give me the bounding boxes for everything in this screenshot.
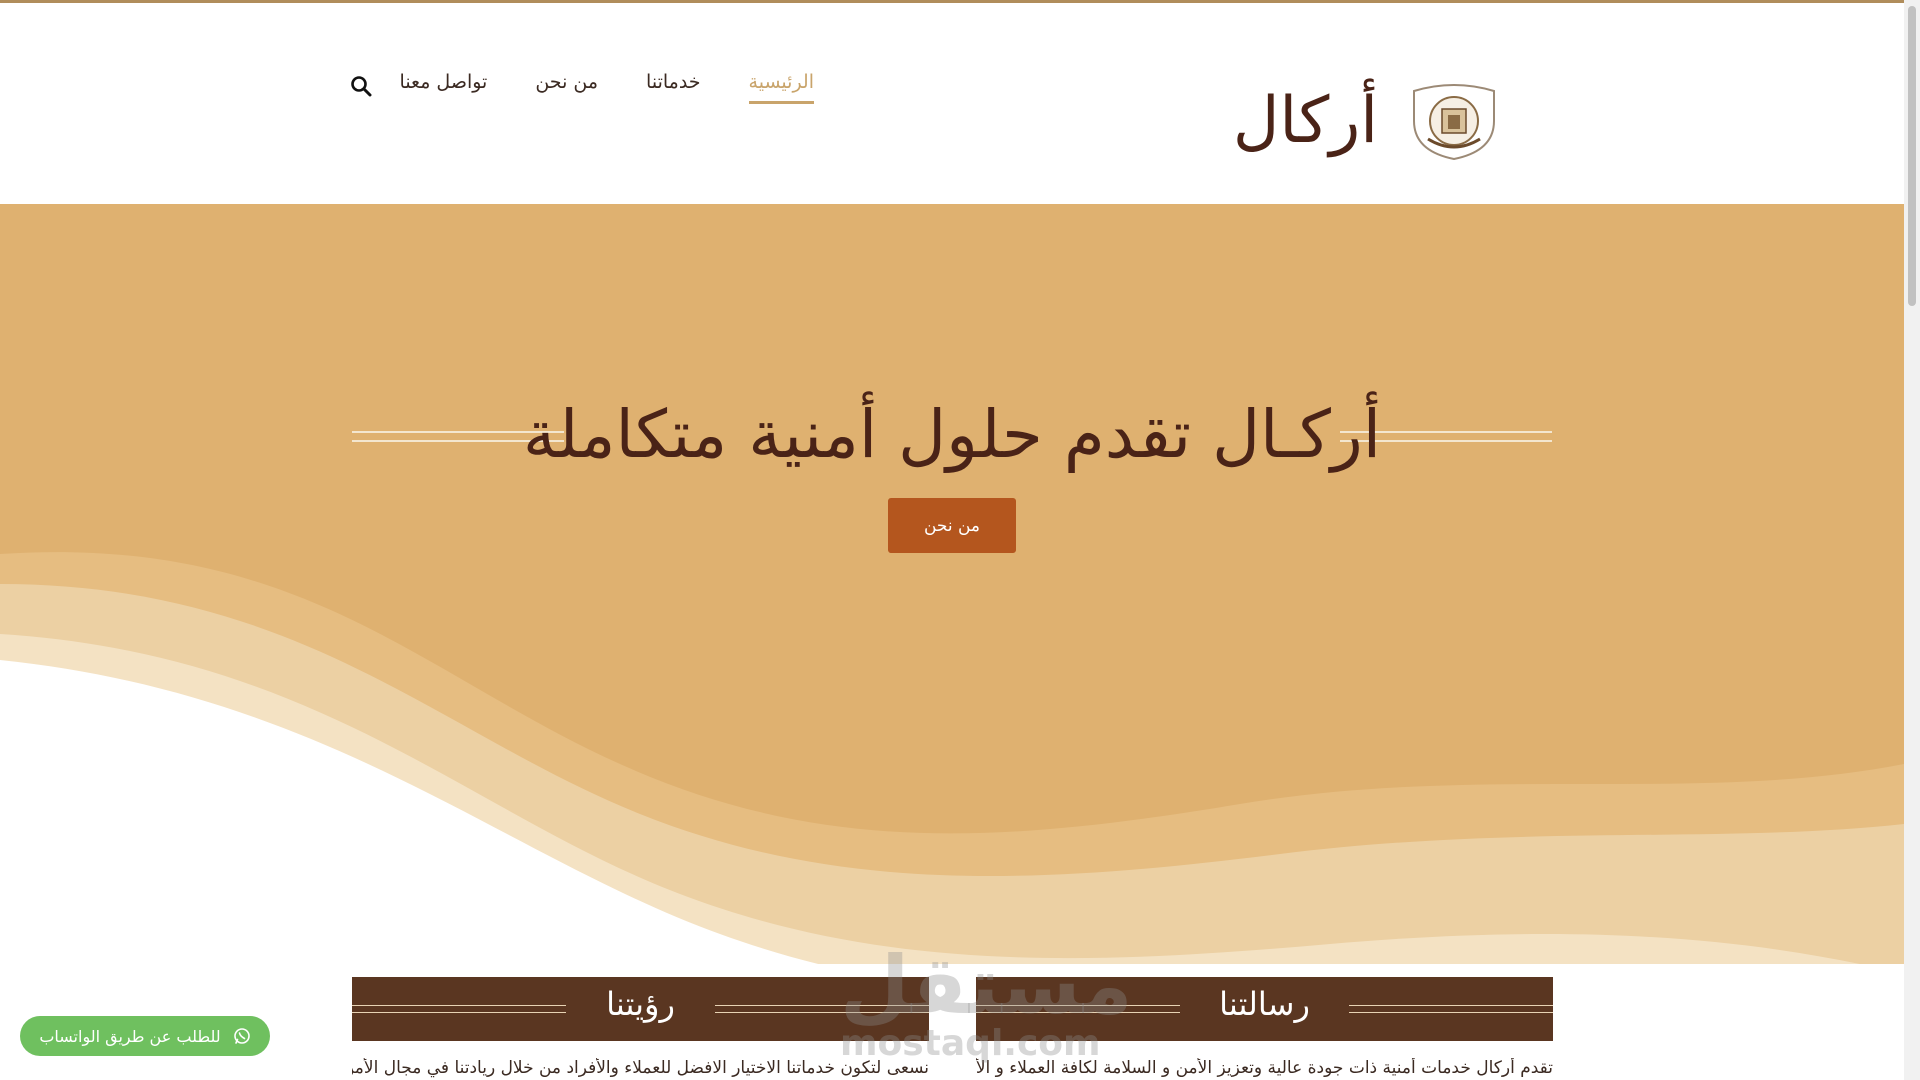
hero-waves xyxy=(0,552,1904,964)
nav-services[interactable]: خدماتنا xyxy=(646,71,701,104)
watermark-english: mostaql.com xyxy=(840,1023,1101,1064)
nav-contact[interactable]: تواصل معنا xyxy=(400,71,488,104)
nav-home[interactable]: الرئيسية xyxy=(748,71,814,104)
whatsapp-icon xyxy=(233,1028,250,1044)
page-scrollbar[interactable] xyxy=(1904,0,1920,1080)
logo-text: أركال xyxy=(1232,84,1378,158)
nav-about[interactable]: من نحن xyxy=(535,71,598,104)
logo[interactable]: أركال xyxy=(1233,81,1502,161)
crest-icon xyxy=(1413,84,1495,161)
search-icon[interactable] xyxy=(350,75,372,97)
site-header: أركال الرئيسية خدماتنا من نحن تواصل معنا xyxy=(0,3,1904,204)
about-us-button[interactable]: من نحن xyxy=(888,498,1016,553)
scrollbar-thumb[interactable] xyxy=(1908,6,1916,306)
whatsapp-label: للطلب عن طريق الواتساب xyxy=(39,1026,221,1046)
watermark: مستقل mostaql.com xyxy=(840,939,1133,1064)
main-nav: الرئيسية خدماتنا من نحن تواصل معنا xyxy=(340,71,814,104)
hero: أركـال تقدم حلول أمنية متكاملة من نحن xyxy=(0,204,1904,964)
whatsapp-order-button[interactable]: للطلب عن طريق الواتساب xyxy=(20,1016,270,1056)
watermark-arabic: مستقل xyxy=(840,939,1133,1032)
hero-title: أركـال تقدم حلول أمنية متكاملة xyxy=(522,396,1382,473)
